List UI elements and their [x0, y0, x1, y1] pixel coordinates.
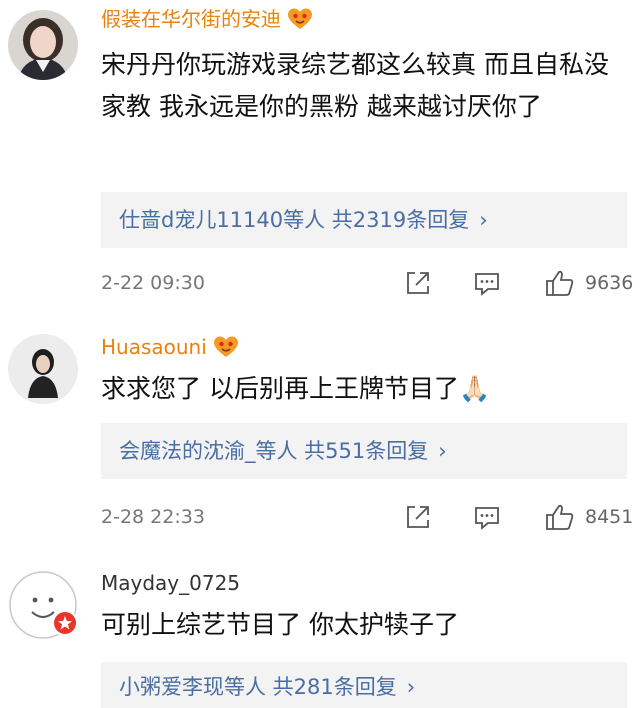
vip-heart-badge-icon [213, 336, 238, 357]
share-icon[interactable] [404, 503, 432, 531]
comment-text: 求求您了 以后别再上王牌节目了🙏🏻 [101, 374, 491, 403]
comment-time: 2-28 22:33 [101, 506, 205, 528]
replies-link[interactable]: 仕啬d宠儿11140等人 共2319条回复 › [101, 192, 627, 248]
comment-time: 2-22 09:30 [101, 272, 205, 294]
comment-meta: 2-22 09:30 9636 [101, 268, 636, 298]
comment-text: 宋丹丹你玩游戏录综艺都这么较真 而且自私没家教 我永远是你的黑粉 越来越讨厌你了 [101, 50, 609, 121]
replies-summary: 会魔法的沈渝_等人 共551条回复 [119, 439, 429, 463]
comment-item: 假装在华尔街的安迪 宋丹丹你玩游戏录综艺都这么较真 而且自私没家教 我永远是你的… [0, 0, 640, 310]
username[interactable]: Mayday_0725 [101, 570, 240, 596]
chevron-right-icon: › [406, 675, 416, 699]
comment-text: 可别上综艺节目了 你太护犊子了 [101, 610, 459, 639]
thumbs-up-icon[interactable] [545, 503, 575, 531]
username[interactable]: Huasaouni [101, 334, 239, 360]
avatar[interactable] [8, 10, 78, 80]
avatar[interactable] [8, 334, 78, 404]
like-count: 9636 [585, 272, 634, 294]
replies-link[interactable]: 小粥爱李现等人 共281条回复 › [101, 662, 627, 708]
like-count: 8451 [585, 506, 634, 528]
comment-icon[interactable] [473, 503, 501, 531]
chevron-right-icon: › [438, 439, 447, 463]
comment-item: Huasaouni 求求您了 以后别再上王牌节目了🙏🏻 会魔法的沈渝_等人 共5… [0, 330, 640, 540]
username[interactable]: 假装在华尔街的安迪 [101, 6, 313, 32]
chevron-right-icon: › [479, 208, 488, 232]
username-text[interactable]: 假装在华尔街的安迪 [101, 6, 281, 32]
replies-link[interactable]: 会魔法的沈渝_等人 共551条回复 › [101, 423, 627, 479]
comment-meta: 2-28 22:33 8451 [101, 502, 636, 532]
vip-heart-badge-icon [288, 8, 312, 29]
username-text[interactable]: Huasaouni [101, 334, 207, 360]
replies-summary: 小粥爱李现等人 共281条回复 [119, 675, 397, 699]
weibo-badge-icon [52, 610, 78, 636]
replies-summary: 仕啬d宠儿11140等人 共2319条回复 [119, 208, 470, 232]
comment-icon[interactable] [473, 269, 501, 297]
share-icon[interactable] [404, 269, 432, 297]
thumbs-up-icon[interactable] [545, 269, 575, 297]
username-text[interactable]: Mayday_0725 [101, 570, 240, 596]
comment-item: Mayday_0725 可别上综艺节目了 你太护犊子了 小粥爱李现等人 共281… [0, 564, 640, 708]
